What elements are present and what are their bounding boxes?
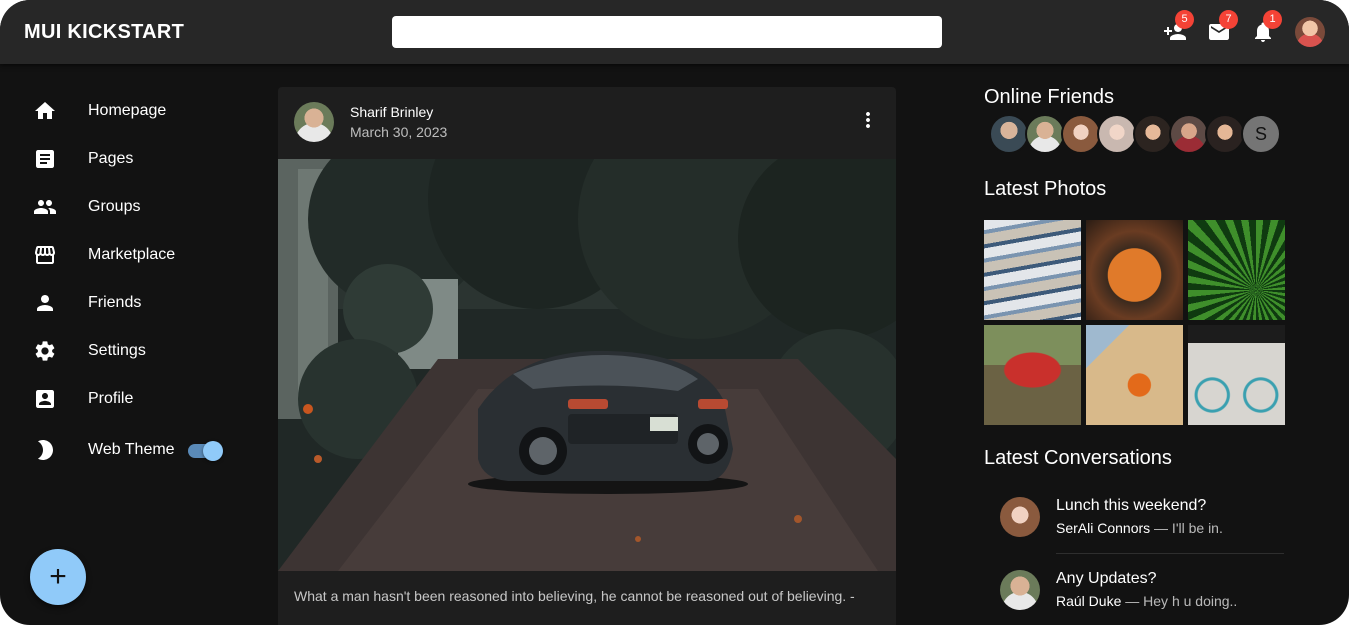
conversation-title: Lunch this weekend? [1056,497,1207,514]
sidebar-item-profile[interactable]: Profile [30,379,230,419]
friend-avatar-initial[interactable]: S [1241,114,1281,154]
post-menu-button[interactable] [856,108,880,132]
sidebar-item-label: Pages [88,150,134,167]
conversation-preview: SerAli Connors — I'll be in. [1056,520,1223,536]
photo-starfish[interactable] [1086,325,1183,425]
more-vert-icon [856,112,880,136]
sidebar-item-label: Settings [88,342,146,359]
friend-avatar[interactable] [1097,114,1137,154]
friend-avatar[interactable] [1169,114,1209,154]
sidebar-item-homepage[interactable]: Homepage [30,91,230,131]
search-input[interactable] [392,16,942,48]
friend-avatar[interactable] [1133,114,1173,154]
photo-bicycle[interactable] [1188,325,1285,425]
sidebar-item-label: Groups [88,198,141,215]
sidebar-item-pages[interactable]: Pages [30,139,230,179]
conversation-snippet: — I'll be in. [1150,520,1223,536]
sidebar-item-label: Homepage [88,102,167,119]
online-friends-title: Online Friends [984,86,1115,108]
friend-avatar[interactable] [1025,114,1065,154]
notifications-button[interactable]: 1 [1251,10,1282,44]
post-date: March 30, 2023 [350,124,448,140]
conversation-divider [1056,553,1284,554]
sidebar-item-groups[interactable]: Groups [30,187,230,227]
person-icon [33,291,57,315]
sidebar-item-label: Profile [88,390,134,407]
post-card: Sharif Brinley March 30, 2023 What a man… [278,87,896,625]
switch-thumb [203,441,223,461]
conversation-sender: SerAli Connors [1056,520,1151,536]
photo-basketball[interactable] [1086,220,1183,320]
group-icon [33,195,57,219]
person-add-icon [1163,24,1187,48]
account-box-icon [33,387,57,411]
post-author: Sharif Brinley [350,104,434,120]
friend-avatar[interactable] [989,114,1029,154]
add-post-button[interactable]: + [30,549,86,605]
storefront-icon [33,243,57,267]
car-in-driveway-photo [278,159,896,571]
sidebar-item-label: Marketplace [88,246,176,263]
friend-requests-badge: 5 [1175,10,1194,29]
sidebar-item-friends[interactable]: Friends [30,283,230,323]
conversation-title: Any Updates? [1056,570,1157,587]
conversation-avatar [1000,570,1040,610]
web-theme-switch[interactable] [186,441,223,461]
conversation-preview: Raúl Duke — Hey h u doing.. [1056,593,1237,609]
messages-button[interactable]: 7 [1207,10,1238,44]
conversation-item[interactable]: Lunch this weekend? SerAli Connors — I'l… [1000,497,1284,557]
sidebar-item-marketplace[interactable]: Marketplace [30,235,230,275]
latest-photos-title: Latest Photos [984,178,1107,200]
friend-avatar[interactable] [1061,114,1101,154]
conversation-avatar [1000,497,1040,537]
app-title: MUI KICKSTART [24,21,185,43]
friend-requests-button[interactable]: 5 [1163,10,1194,44]
conversation-snippet: — Hey h u doing.. [1121,593,1238,609]
settings-icon [33,339,57,363]
post-text: What a man hasn't been reasoned into bel… [294,588,855,604]
home-icon [33,99,57,123]
photo-mushroom[interactable] [984,325,1081,425]
photo-hats[interactable] [984,220,1081,320]
user-avatar[interactable] [1295,17,1325,47]
article-icon [33,147,57,171]
latest-conversations-title: Latest Conversations [984,447,1172,469]
moon-icon [33,438,57,462]
sidebar-item-settings[interactable]: Settings [30,331,230,371]
notifications-badge: 1 [1263,10,1282,29]
web-theme-label: Web Theme [88,441,175,458]
post-author-avatar[interactable] [294,102,334,142]
conversation-item[interactable]: Any Updates? Raúl Duke — Hey h u doing.. [1000,570,1284,625]
app-window: MUI KICKSTART 5 7 1 Homepage Pages Group… [0,0,1349,625]
photo-fern[interactable] [1188,220,1285,320]
conversation-sender: Raúl Duke [1056,593,1122,609]
post-image[interactable] [278,159,896,571]
app-bar: MUI KICKSTART 5 7 1 [0,0,1349,64]
bell-icon [1251,22,1275,48]
sidebar-item-label: Friends [88,294,142,311]
friend-avatar[interactable] [1205,114,1245,154]
mail-icon [1207,24,1231,48]
messages-badge: 7 [1219,10,1238,29]
